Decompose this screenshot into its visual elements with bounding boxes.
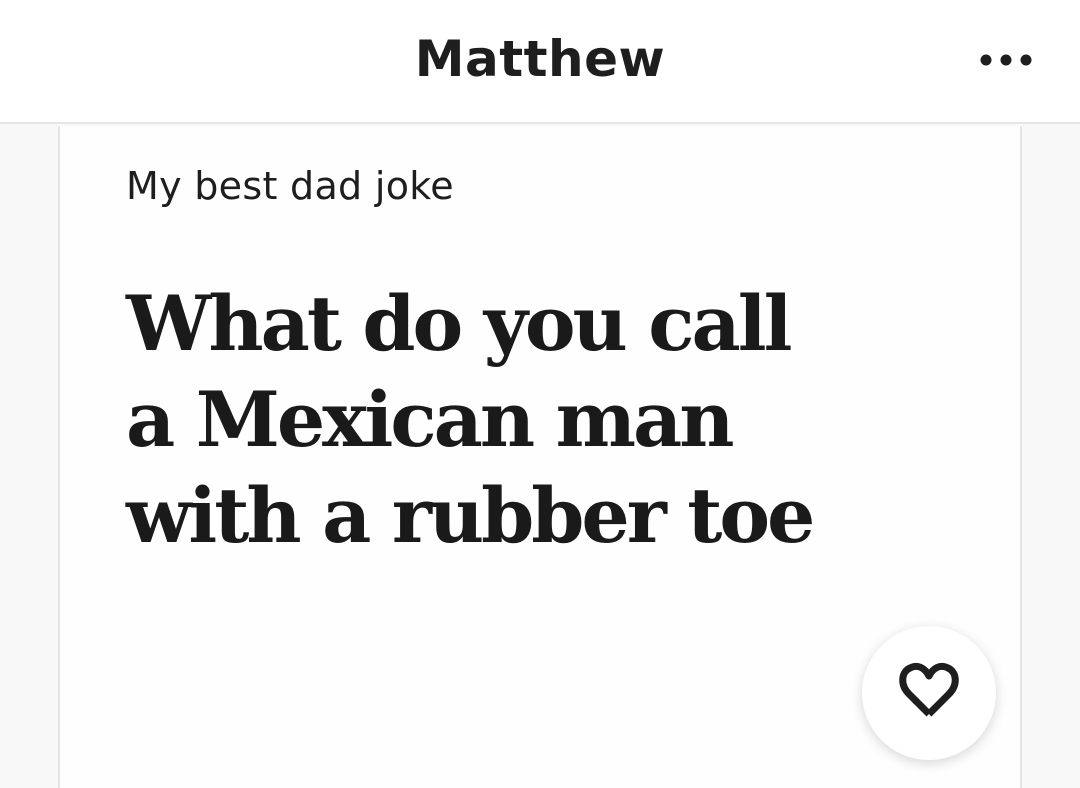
more-options-button[interactable] <box>962 40 1032 84</box>
profile-name-title: Matthew <box>414 30 666 88</box>
top-bar: Matthew <box>0 0 1080 124</box>
profile-screen: Matthew My best dad joke What do you cal… <box>0 0 1080 788</box>
prompt-answer: What do you call a Mexican man with a ru… <box>126 279 815 560</box>
more-horizontal-icon <box>980 53 1032 71</box>
like-button[interactable] <box>862 626 996 760</box>
prompt-card: My best dad joke What do you call a Mexi… <box>58 126 1022 788</box>
prompt-question: My best dad joke <box>126 164 454 208</box>
heart-outline-icon <box>895 660 963 727</box>
